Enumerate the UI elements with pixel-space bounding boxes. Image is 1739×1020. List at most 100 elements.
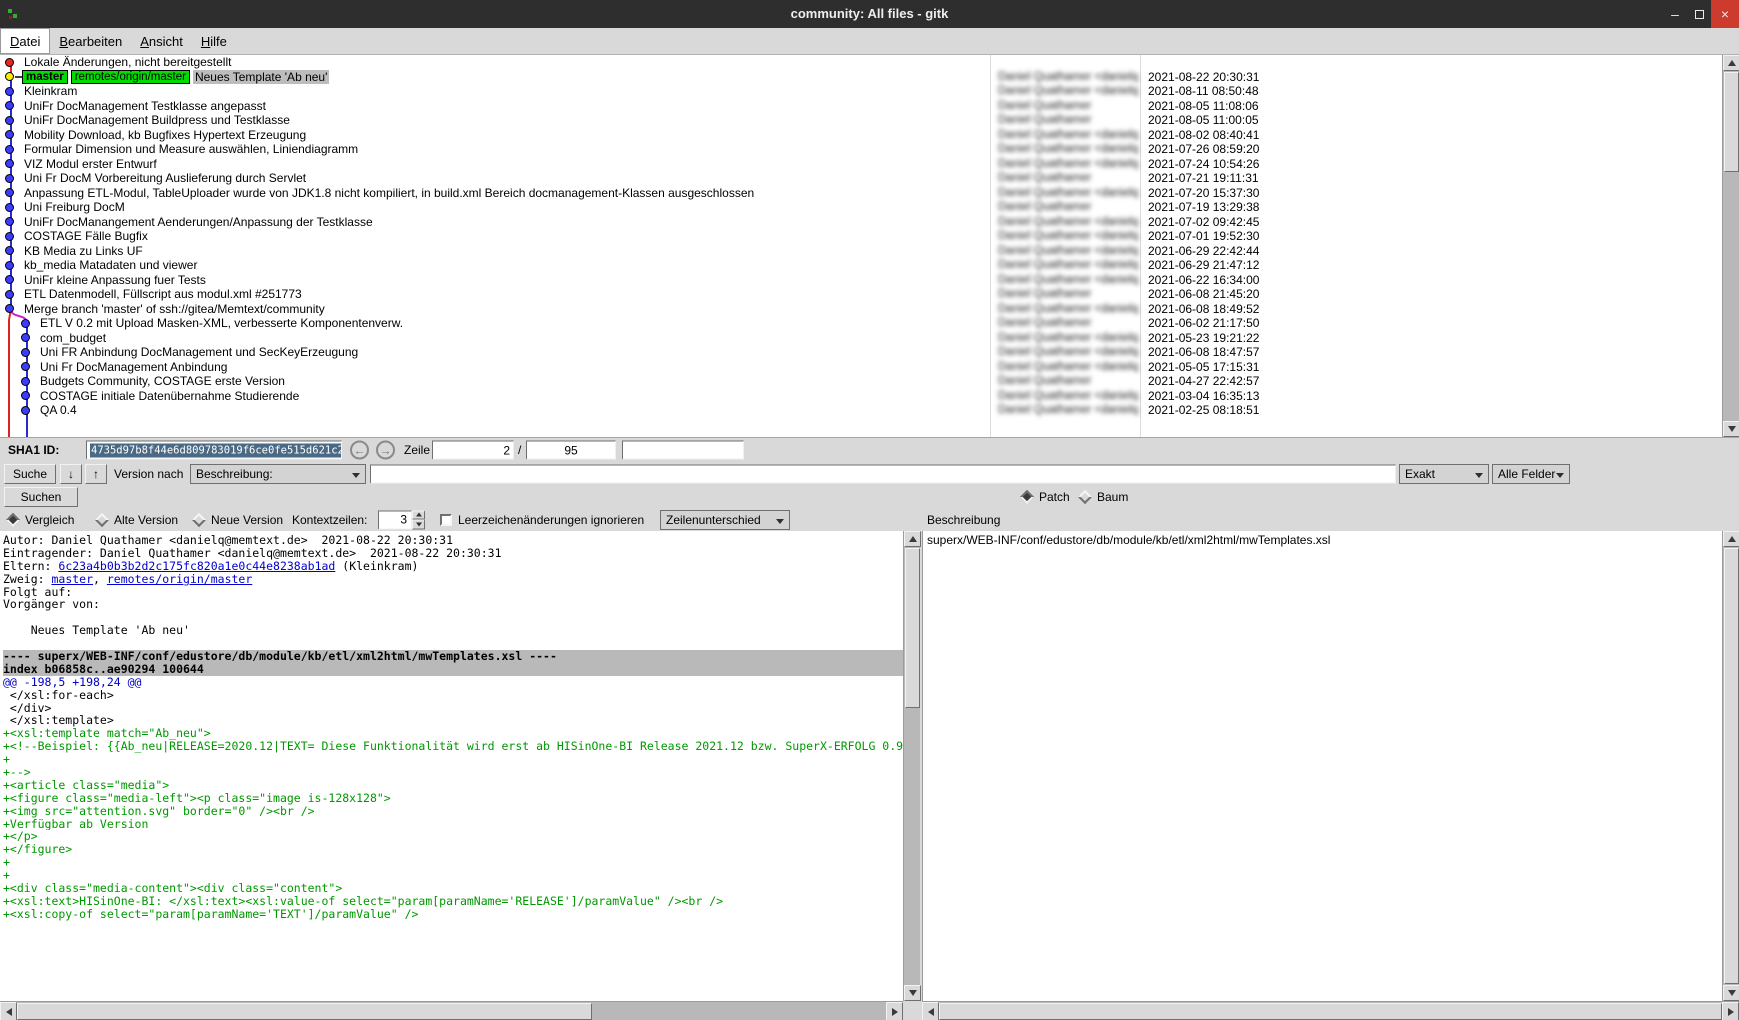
find-prev-button[interactable]: ↑	[85, 464, 107, 484]
find-field-select[interactable]: Beschreibung:	[190, 464, 366, 484]
commit-row[interactable]: KB Media zu Links UF Daniel Quathamer <d…	[0, 244, 1722, 259]
context-lines-spinner[interactable]: 3	[378, 510, 425, 529]
diff-line: Zweig: master, remotes/origin/master	[3, 573, 903, 586]
diff-line: @@ -198,5 +198,24 @@	[3, 676, 903, 689]
commit-row[interactable]: Uni Freiburg DocM Daniel Quathamer 2021-…	[0, 200, 1722, 215]
radio-selected-icon	[6, 512, 20, 526]
old-version-radio[interactable]: Alte Version	[95, 513, 178, 527]
commit-date: 2021-06-22 16:34:00	[1140, 273, 1722, 287]
scroll-up-button[interactable]	[1723, 55, 1739, 71]
commit-row[interactable]: Uni Fr DocM Vorbereitung Auslieferung du…	[0, 171, 1722, 186]
scroll-down-button[interactable]	[904, 985, 921, 1001]
commit-row[interactable]: Uni FR Anbindung DocManagement und SecKe…	[0, 345, 1722, 360]
menu-item[interactable]: Datei	[0, 28, 50, 54]
commit-row[interactable]: UniFr DocManangement Aenderungen/Anpassu…	[0, 215, 1722, 230]
sha-input[interactable]: 4735d97b8f44e6d809783019f6ce0fe515d621c2	[86, 441, 342, 460]
menu-item[interactable]: Ansicht	[131, 28, 192, 54]
menu-item[interactable]: Bearbeiten	[50, 28, 131, 54]
commit-row[interactable]: VIZ Modul erster Entwurf Daniel Quathame…	[0, 157, 1722, 172]
find-input[interactable]	[370, 465, 1396, 484]
spin-down-button[interactable]	[412, 520, 425, 530]
scroll-right-button[interactable]	[886, 1002, 903, 1020]
remote-branch-label[interactable]: remotes/origin/master	[71, 70, 190, 84]
minimize-button[interactable]: –	[1663, 0, 1687, 28]
scrollbar-thumb[interactable]	[1724, 548, 1739, 984]
file-list-h-scrollbar[interactable]	[922, 1001, 1739, 1020]
close-button[interactable]: ×	[1711, 0, 1739, 28]
ignore-whitespace-checkbox[interactable]: Leerzeichenänderungen ignorieren	[440, 513, 644, 527]
commit-list-scrollbar[interactable]	[1722, 55, 1739, 437]
diff-radio[interactable]: Vergleich	[6, 513, 74, 527]
arrow-down-icon	[909, 990, 917, 996]
scroll-left-button[interactable]	[922, 1002, 939, 1020]
scrollbar-thumb[interactable]	[17, 1003, 592, 1020]
commit-row[interactable]: Kleinkram Daniel Quathamer <danielq 2021…	[0, 84, 1722, 99]
diff-line: Autor: Daniel Quathamer <danielq@memtext…	[3, 534, 903, 547]
commit-row[interactable]: Budgets Community, COSTAGE erste Version…	[0, 374, 1722, 389]
diff-h-scrollbar[interactable]	[0, 1001, 903, 1020]
commit-row[interactable]: UniFr kleine Anpassung fuer Tests Daniel…	[0, 273, 1722, 288]
match-type-select[interactable]: Exakt	[1399, 464, 1489, 484]
row-separator: /	[518, 443, 521, 457]
scrollbar-thumb[interactable]	[1724, 72, 1739, 172]
new-version-radio[interactable]: Neue Version	[192, 513, 283, 527]
patch-radio[interactable]: Patch	[1020, 490, 1070, 504]
scroll-right-button[interactable]	[1722, 1002, 1739, 1020]
comments-header[interactable]: Beschreibung	[927, 513, 1000, 527]
commit-row[interactable]: Lokale Änderungen, nicht bereitgestellt	[0, 55, 1722, 70]
scroll-down-button[interactable]	[1723, 985, 1739, 1001]
window-title: community: All files - gitk	[0, 0, 1739, 28]
file-item[interactable]: superx/WEB-INF/conf/edustore/db/module/k…	[923, 531, 1722, 549]
commit-row[interactable]: ETL Datenmodell, Füllscript aus modul.xm…	[0, 287, 1722, 302]
diff-line: </div>	[3, 702, 903, 715]
tree-radio[interactable]: Baum	[1078, 490, 1128, 504]
scroll-up-button[interactable]	[904, 531, 921, 547]
maximize-icon	[1695, 10, 1704, 19]
history-back-button[interactable]: ←	[350, 441, 369, 460]
search-button[interactable]: Suchen	[4, 487, 78, 507]
commit-row[interactable]: UniFr DocManagement Buildpress und Testk…	[0, 113, 1722, 128]
diff-line: Eintragender: Daniel Quathamer <danielq@…	[3, 547, 903, 560]
search-row: Suchen Patch Baum	[0, 486, 1739, 508]
commit-dot	[5, 145, 14, 154]
scroll-left-button[interactable]	[0, 1002, 17, 1020]
commit-row[interactable]: QA 0.4 Daniel Quathamer <danielq 2021-02…	[0, 403, 1722, 418]
history-forward-button[interactable]: →	[376, 441, 395, 460]
commit-row[interactable]: COSTAGE initiale Datenübernahme Studiere…	[0, 389, 1722, 404]
context-lines-value[interactable]: 3	[378, 510, 412, 529]
find-bar: Suche ↓ ↑ Version nach Beschreibung: Exa…	[0, 462, 1739, 486]
commit-row[interactable]: COSTAGE Fälle Bugfix Daniel Quathamer <d…	[0, 229, 1722, 244]
link-segment[interactable]: master	[51, 573, 93, 586]
find-button[interactable]: Suche	[4, 464, 56, 484]
diff-scrollbar[interactable]	[903, 531, 920, 1001]
commit-row[interactable]: ETL V 0.2 mit Upload Masken-XML, verbess…	[0, 316, 1722, 331]
maximize-button[interactable]	[1687, 0, 1711, 28]
commit-subject: Kleinkram	[22, 84, 79, 98]
commit-row[interactable]: Anpassung ETL-Modul, TableUploader wurde…	[0, 186, 1722, 201]
commit-subject: KB Media zu Links UF	[22, 244, 145, 258]
commit-row[interactable]: Formular Dimension und Measure auswählen…	[0, 142, 1722, 157]
link-segment[interactable]: 6c23a4b0b3b2d2c175fc820a1e0c44e8238ab1ad	[58, 560, 335, 573]
commit-dot	[21, 348, 30, 357]
scroll-up-button[interactable]	[1723, 531, 1739, 547]
file-list-scrollbar[interactable]	[1722, 531, 1739, 1001]
commit-row[interactable]: UniFr DocManagement Testklasse angepasst…	[0, 99, 1722, 114]
branch-label[interactable]: master	[22, 70, 68, 84]
scrollbar-thumb[interactable]	[939, 1003, 1722, 1020]
row-number-input[interactable]: 2	[432, 441, 514, 460]
commit-row[interactable]: Uni Fr DocManagement Anbindung Daniel Qu…	[0, 360, 1722, 375]
spin-up-button[interactable]	[412, 510, 425, 520]
commit-row[interactable]: com_budget Daniel Quathamer <danielq 202…	[0, 331, 1722, 346]
scrollbar-thumb[interactable]	[905, 548, 920, 708]
link-segment[interactable]: remotes/origin/master	[107, 573, 252, 586]
menu-item[interactable]: Hilfe	[192, 28, 236, 54]
find-next-button[interactable]: ↓	[60, 464, 82, 484]
context-lines-label: Kontextzeilen:	[292, 513, 367, 527]
commit-row[interactable]: Mobility Download, kb Bugfixes Hypertext…	[0, 128, 1722, 143]
line-diff-select[interactable]: Zeilenunterschied	[660, 510, 790, 530]
commit-row[interactable]: Merge branch 'master' of ssh://gitea/Mem…	[0, 302, 1722, 317]
commit-row[interactable]: kb_media Matadaten und viewer Daniel Qua…	[0, 258, 1722, 273]
commit-row[interactable]: master remotes/origin/master Neues Templ…	[0, 70, 1722, 85]
scroll-down-button[interactable]	[1723, 421, 1739, 437]
search-scope-select[interactable]: Alle Felder	[1492, 464, 1570, 484]
